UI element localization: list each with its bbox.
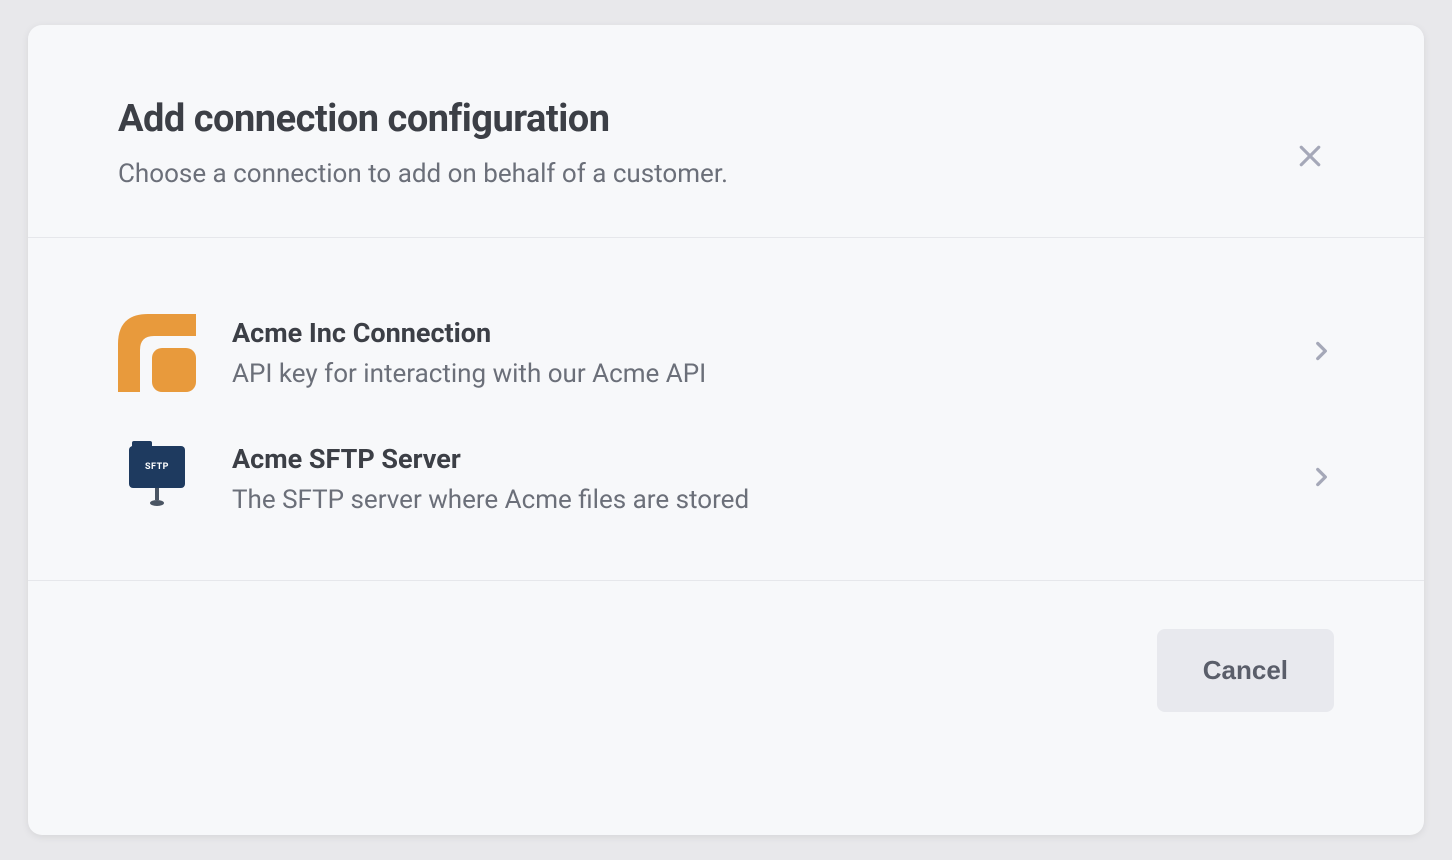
close-button[interactable] [1286,133,1334,181]
modal-header: Add connection configuration Choose a co… [28,25,1424,238]
acme-icon [118,314,196,392]
connection-item-acme[interactable]: Acme Inc Connection API key for interact… [118,300,1334,406]
connection-description: The SFTP server where Acme files are sto… [232,485,1272,515]
sftp-badge-label: SFTP [145,462,169,472]
connection-title: Acme SFTP Server [232,443,1272,475]
add-connection-modal: Add connection configuration Choose a co… [28,25,1424,835]
close-icon [1295,141,1325,174]
cancel-button[interactable]: Cancel [1157,629,1334,712]
connection-text: Acme Inc Connection API key for interact… [232,317,1272,389]
chevron-right-icon [1308,464,1334,494]
connection-list: Acme Inc Connection API key for interact… [28,238,1424,581]
modal-footer: Cancel [28,581,1424,760]
connection-item-sftp[interactable]: SFTP Acme SFTP Server The SFTP server wh… [118,426,1334,532]
chevron-right-icon [1308,338,1334,368]
connection-text: Acme SFTP Server The SFTP server where A… [232,443,1272,515]
modal-subtitle: Choose a connection to add on behalf of … [118,159,1334,189]
sftp-server-icon: SFTP [118,440,196,518]
connection-description: API key for interacting with our Acme AP… [232,359,1272,389]
connection-title: Acme Inc Connection [232,317,1272,349]
modal-title: Add connection configuration [118,97,1334,141]
